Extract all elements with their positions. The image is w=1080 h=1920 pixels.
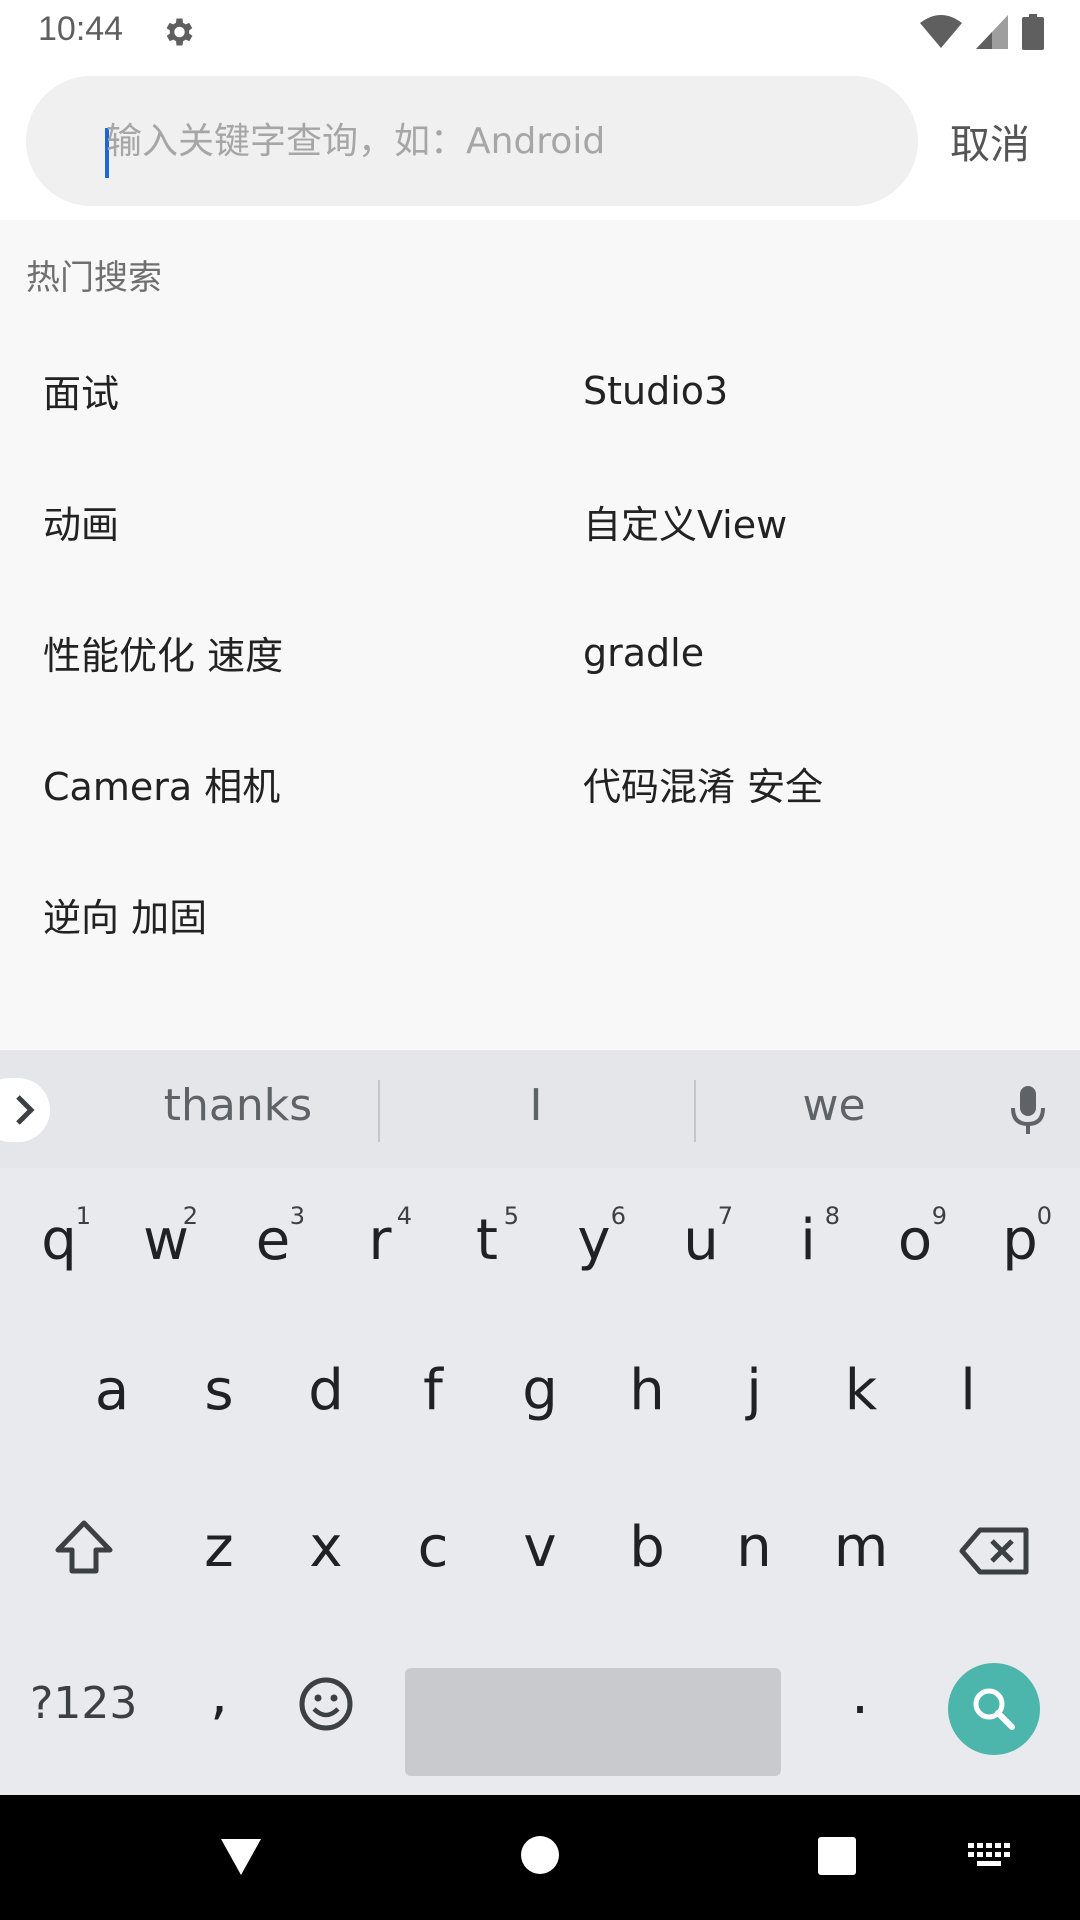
key-l[interactable]: l [914,1358,1022,1423]
key-d[interactable]: d [272,1358,380,1423]
hot-search-item[interactable]: 自定义View [540,456,1080,587]
recents-icon[interactable] [816,1835,858,1877]
hot-search-item[interactable]: 面试 [0,325,540,456]
chevron-right-icon [16,1095,35,1125]
key-g[interactable]: g [486,1358,594,1423]
key-c[interactable]: c [379,1515,487,1580]
suggestion-word[interactable]: thanks [88,1080,388,1131]
key-r[interactable]: r4 [326,1202,434,1273]
search-header: 取消 [0,64,1080,220]
emoji-icon [299,1677,353,1731]
key-h[interactable]: h [593,1358,701,1423]
suggestion-divider [378,1080,380,1142]
comma-key[interactable]: , [165,1662,273,1727]
hot-search-item[interactable]: 逆向 加固 [0,849,540,980]
hot-search-item[interactable]: 性能优化 速度 [0,587,540,718]
backspace-icon [959,1527,1029,1575]
signal-icon [976,15,1008,49]
key-m[interactable]: m [807,1515,915,1580]
hot-search-item[interactable]: 动画 [0,456,540,587]
key-j[interactable]: j [700,1358,808,1423]
hot-search-grid: 面试 Studio3 动画 自定义View 性能优化 速度 gradle Cam… [0,325,1080,980]
key-t[interactable]: t5 [433,1202,541,1273]
search-icon [973,1688,1015,1730]
status-time: 10:44 [38,10,124,48]
status-bar: 10:44 [0,0,1080,64]
hot-search-item[interactable]: Studio3 [540,325,1080,456]
expand-suggestions-button[interactable] [0,1078,50,1142]
hot-search-title: 热门搜索 [26,258,162,298]
wifi-icon [920,15,962,48]
symbols-key[interactable]: ?123 [30,1678,137,1729]
microphone-icon[interactable] [1010,1086,1046,1136]
period-key[interactable]: . [806,1662,914,1727]
key-n[interactable]: n [700,1515,808,1580]
key-f[interactable]: f [379,1358,487,1423]
back-icon[interactable] [218,1835,264,1879]
key-s[interactable]: s [165,1358,273,1423]
key-o[interactable]: o9 [861,1202,969,1273]
cancel-button[interactable]: 取消 [950,112,1030,170]
key-b[interactable]: b [593,1515,701,1580]
key-u[interactable]: u7 [647,1202,755,1273]
battery-icon [1022,14,1044,50]
search-box[interactable] [26,76,918,206]
key-i[interactable]: i8 [754,1202,862,1273]
navigation-bar [0,1795,1080,1920]
key-p[interactable]: p0 [966,1202,1074,1273]
search-action-key[interactable] [948,1663,1040,1755]
suggestion-word[interactable]: we [684,1080,984,1131]
search-input[interactable] [106,88,886,194]
keyboard-switcher-icon[interactable] [968,1843,1012,1869]
home-icon[interactable] [520,1835,560,1875]
hot-search-item[interactable]: Camera 相机 [0,718,540,849]
shift-icon [55,1520,113,1574]
key-k[interactable]: k [807,1358,915,1423]
key-q[interactable]: q1 [5,1202,113,1273]
suggestion-bar: thanks I we [0,1050,1080,1168]
key-v[interactable]: v [486,1515,594,1580]
key-x[interactable]: x [272,1515,380,1580]
space-key[interactable] [405,1668,781,1776]
soft-keyboard: thanks I we q1 w2 e3 r4 t5 y6 u7 i8 o9 p… [0,1050,1080,1795]
gear-icon [166,18,193,46]
key-e[interactable]: e3 [219,1202,327,1273]
key-y[interactable]: y6 [540,1202,648,1273]
suggestion-word[interactable]: I [386,1080,686,1131]
backspace-key[interactable] [940,1526,1048,1580]
emoji-key[interactable] [272,1676,380,1736]
hot-search-panel: 热门搜索 面试 Studio3 动画 自定义View 性能优化 速度 gradl… [0,220,1080,1050]
key-z[interactable]: z [165,1515,273,1580]
hot-search-item[interactable]: gradle [540,587,1080,718]
hot-search-item[interactable]: 代码混淆 安全 [540,718,1080,849]
shift-key[interactable] [30,1518,138,1580]
key-a[interactable]: a [58,1358,166,1423]
key-w[interactable]: w2 [112,1202,220,1273]
